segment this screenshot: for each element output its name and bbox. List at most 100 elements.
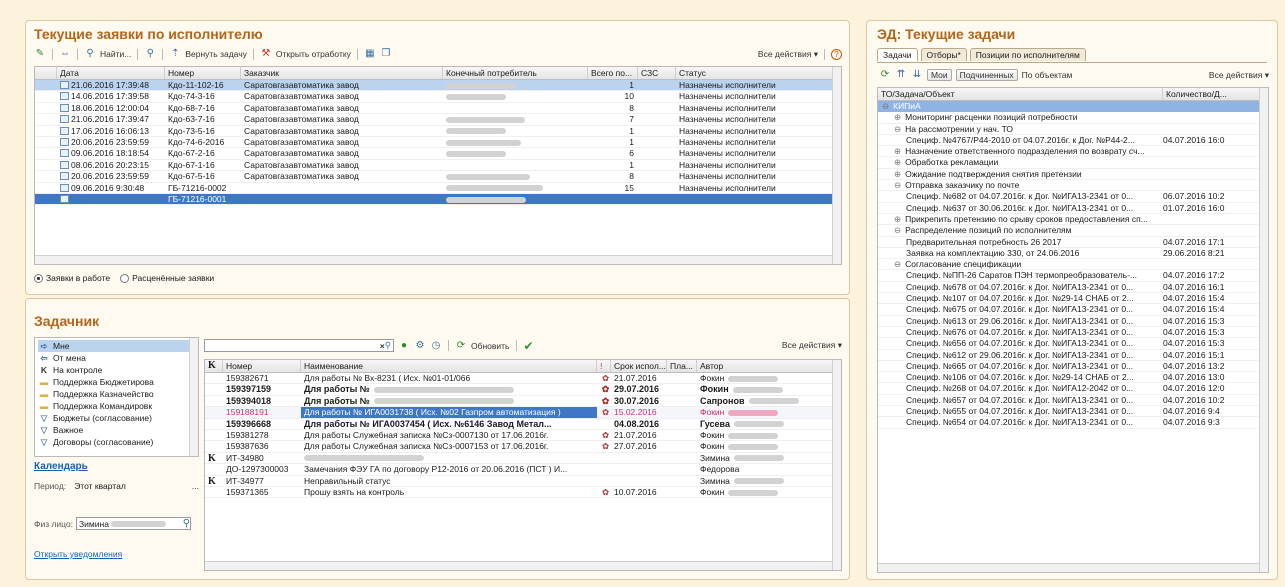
checkmark-icon[interactable]: ✔ xyxy=(523,340,535,352)
tree-row[interactable]: Специф. №107 от 04.07.2016г. к Дог. №29-… xyxy=(878,293,1268,305)
process-icon[interactable]: ⚒ xyxy=(260,48,272,60)
table-row[interactable]: 159397159 Для работы № ✿ 29.07.2016 Фокин xyxy=(205,384,841,396)
period-value[interactable]: Этот квартал xyxy=(74,481,126,491)
task-folder-item[interactable]: ▬ Поддержка Командировк xyxy=(38,400,195,412)
table-row[interactable]: 08.06.2016 20:23:15 Кдо-67-1-16 Саратовгаз… xyxy=(35,160,841,172)
col-author[interactable]: Автор xyxy=(697,360,833,372)
tree-row[interactable]: ⊖ На рассмотрении у нач. ТО xyxy=(878,124,1268,135)
table-row[interactable]: 159188191 Для работы № ИГА0031738 ( Исх. … xyxy=(205,407,841,419)
tree-row[interactable]: ⊖ КИПиА xyxy=(878,101,1268,113)
table-row[interactable]: 09.06.2016 9:30:48 ГБ-71216-0002 15 Назначе… xyxy=(35,183,841,194)
table-row[interactable]: ГБ-71216-0001 xyxy=(35,193,841,206)
vertical-scrollbar[interactable] xyxy=(1259,88,1268,572)
tree-row[interactable]: Специф. №654 от 04.07.2016г. к Дог. №ИГА… xyxy=(878,417,1268,429)
green-circle-icon[interactable]: ● xyxy=(398,340,410,352)
table-row[interactable]: 14.06.2016 17:39:58 Кдо-74-3-16 Саратовгаз… xyxy=(35,91,841,103)
tree-row[interactable]: Специф. №613 от 29.06.2016г. к Дог. №ИГА… xyxy=(878,316,1268,327)
search-icon[interactable]: ⚲ xyxy=(183,518,190,529)
horizontal-scrollbar[interactable] xyxy=(205,561,832,570)
table-row[interactable]: 159394018 Для работы № ✿ 30.07.2016 Сапронов xyxy=(205,396,841,408)
person-field[interactable]: Зимина ⚲ xyxy=(76,517,192,530)
task-folder-item[interactable]: ▽ Бюджеты (согласование) xyxy=(38,412,195,424)
tab-tasks[interactable]: Задачи xyxy=(877,48,918,61)
tree-down-icon[interactable]: ⇊ xyxy=(911,69,923,81)
all-actions-menu[interactable]: Все действия ▾ xyxy=(782,340,842,351)
tree-row[interactable]: Специф. №656 от 04.07.2016г. к Дог. №ИГА… xyxy=(878,338,1268,350)
task-folder-item[interactable]: ▽ Важное xyxy=(38,424,195,436)
tree-row[interactable]: Специф. №682 от 04.07.2016г. к Дог. №ИГА… xyxy=(878,191,1268,203)
horizontal-scrollbar[interactable] xyxy=(878,563,1259,572)
find-button[interactable]: Найти... xyxy=(100,49,131,59)
report-icon[interactable]: ▦ xyxy=(364,48,376,60)
col-total[interactable]: Всего по... xyxy=(588,67,638,79)
tree-row[interactable]: Специф. №ПП-26 Саратов ПЭН термопреобраз… xyxy=(878,270,1268,282)
table-row[interactable]: K ИТ-34980 Зимина xyxy=(205,453,841,465)
subordinates-button[interactable]: Подчиненных xyxy=(955,69,1018,81)
refresh-button[interactable]: Обновить xyxy=(471,341,510,351)
all-actions-menu[interactable]: Все действия ▾ xyxy=(758,49,818,60)
collapse-icon[interactable]: ⊖ xyxy=(894,124,901,134)
col-quantity[interactable]: Количество/Д... xyxy=(1163,88,1261,100)
period-select-button[interactable]: ... xyxy=(192,481,199,491)
radio-in-work[interactable]: Заявки в работе xyxy=(34,273,110,283)
collapse-icon[interactable]: ⊖ xyxy=(882,101,889,111)
tree-row[interactable]: Специф. №612 от 29.06.2016г. к Дог. №ИГА… xyxy=(878,350,1268,361)
tree-row[interactable]: ⊕ Ожидание подтверждения снятия претензии xyxy=(878,169,1268,181)
copy-icon[interactable]: ❐ xyxy=(380,48,392,60)
tree-row[interactable]: Специф. №676 от 04.07.2016г. к Дог. №ИГА… xyxy=(878,327,1268,339)
tree-row[interactable]: ⊕ Прикрепить претензию по срыву сроков пр… xyxy=(878,214,1268,226)
table-row[interactable]: K ИТ-34977 Неправильный статус Зимина xyxy=(205,476,841,487)
open-processing-button[interactable]: Открыть отработку xyxy=(276,49,351,59)
clear-search-icon[interactable]: ⚲ xyxy=(144,48,156,60)
task-folder-item[interactable]: K На контроле xyxy=(38,364,195,376)
tree-row[interactable]: Специф. №657 от 04.07.2016г. к Дог. №ИГА… xyxy=(878,395,1268,407)
history-icon[interactable]: ◷ xyxy=(430,340,442,352)
horizontal-scrollbar[interactable] xyxy=(35,255,832,264)
tab-filters[interactable]: Отборы* xyxy=(920,48,967,61)
table-row[interactable]: 20.06.2016 23:59:59 Кдо-67-5-16 Саратовгаз… xyxy=(35,171,841,183)
collapse-icon[interactable]: ⊖ xyxy=(894,225,901,235)
table-row[interactable]: 159382671 Для работы № Вх-8231 ( Исх. №01… xyxy=(205,373,841,385)
collapse-icon[interactable]: ⊖ xyxy=(894,259,901,269)
table-row[interactable]: 18.06.2016 12:00:04 Кдо-68-7-16 Саратовгаз… xyxy=(35,103,841,115)
task-folder-item[interactable]: ▽ Договоры (согласование) xyxy=(38,436,195,448)
tree-row[interactable]: Специф. №4767/Р44-2010 от 04.07.2016г. к… xyxy=(878,135,1268,147)
vertical-scrollbar[interactable] xyxy=(832,360,841,570)
refresh-icon[interactable]: ⟳ xyxy=(879,69,891,81)
expand-icon[interactable]: ⊕ xyxy=(894,112,901,122)
table-row[interactable]: 17.06.2016 16:06:13 Кдо-73-5-16 Саратовгаз… xyxy=(35,126,841,137)
tree-row[interactable]: ⊕ Мониторинг расценки позиций потребности xyxy=(878,112,1268,124)
col-plan[interactable]: Пла... xyxy=(667,360,697,372)
task-folder-item[interactable]: ▬ Поддержка Бюджетирова xyxy=(38,376,195,388)
refresh-icon[interactable]: ⟳ xyxy=(455,340,467,352)
task-search-input[interactable]: × ⚲ xyxy=(204,339,394,352)
tree-row[interactable]: Специф. №675 от 04.07.2016г. к Дог. №ИГА… xyxy=(878,304,1268,316)
tree-row[interactable]: ⊕ Назначение ответственного подразделения… xyxy=(878,146,1268,158)
expand-icon[interactable]: ⊕ xyxy=(894,214,901,224)
table-row[interactable]: 21.06.2016 17:39:48 Кдо-11-102-16 Саратовг… xyxy=(35,80,841,92)
expand-icon[interactable]: ⊕ xyxy=(894,146,901,156)
calendar-link[interactable]: Календарь xyxy=(34,461,88,472)
table-row[interactable]: 159371365 Прошу взять на контроль ✿ 10.07.2… xyxy=(205,487,841,499)
tree-row[interactable]: Специф. №637 от 30.06.2016г. к Дог. №ИГА… xyxy=(878,203,1268,214)
tree-row[interactable]: Заявка на комплектацию 330, от 24.06.201… xyxy=(878,248,1268,260)
tree-row[interactable]: Специф. №665 от 04.07.2016г. к Дог. №ИГА… xyxy=(878,361,1268,373)
table-row[interactable]: 20.06.2016 23:59:59 Кдо-74-6-2016 Саратовг… xyxy=(35,137,841,149)
col-important[interactable]: ! xyxy=(597,360,611,372)
task-folder-item[interactable]: ⇦ От мена xyxy=(38,352,195,364)
expand-icon[interactable]: ⊕ xyxy=(894,157,901,167)
tree-row[interactable]: ⊖ Отправка заказчику по почте xyxy=(878,180,1268,192)
col-date[interactable]: Дата xyxy=(57,67,165,79)
col-k[interactable]: K xyxy=(205,360,223,372)
tree-row[interactable]: Специф. №268 от 04.07.2016г. к Дог. №ИГА… xyxy=(878,383,1268,395)
col-due[interactable]: Срок испол... xyxy=(611,360,667,372)
open-notifications-link[interactable]: Открыть уведомления xyxy=(34,549,122,559)
by-objects-toggle[interactable]: По объектам xyxy=(1022,70,1073,80)
table-row[interactable]: 21.06.2016 17:39:47 Кдо-63-7-16 Саратовгаз… xyxy=(35,114,841,126)
col-number[interactable]: Номер xyxy=(223,360,301,372)
table-row[interactable]: 159387636 Для работы Служебная записка №С… xyxy=(205,441,841,453)
tree-row[interactable]: ⊖ Распределение позиций по исполнителям xyxy=(878,225,1268,237)
tab-positions[interactable]: Позиции по исполнителям xyxy=(969,48,1086,61)
return-task-button[interactable]: Вернуть задачу xyxy=(185,49,247,59)
tree-row[interactable]: ⊖ Согласование спецификации xyxy=(878,259,1268,271)
